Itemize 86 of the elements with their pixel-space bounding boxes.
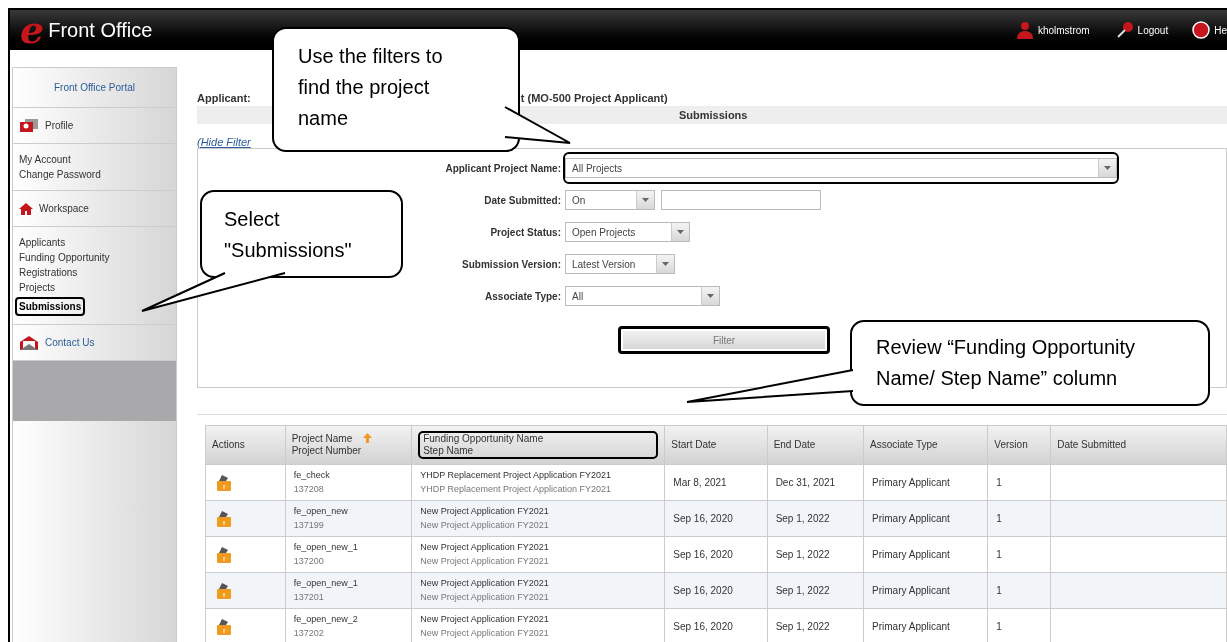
user-icon — [1015, 21, 1034, 39]
profile-cards-icon — [19, 117, 39, 134]
sidebar-link[interactable]: My Account — [19, 152, 71, 167]
step-name: New Project Application FY2021 — [420, 590, 550, 604]
filter-button[interactable]: Filter — [618, 326, 830, 354]
key-icon — [1115, 21, 1134, 39]
folder-icon[interactable] — [216, 617, 232, 636]
table-cell: Sep 16, 2020 — [673, 621, 733, 632]
folder-icon[interactable] — [216, 473, 232, 492]
funding-opportunity-name: New Project Application FY2021 — [420, 613, 550, 626]
project-number: 137202 — [293, 626, 325, 640]
username[interactable]: kholmstrom — [1037, 22, 1090, 38]
table-cell: Sep 1, 2022 — [775, 513, 830, 524]
table-cell: Primary Applicant — [872, 513, 950, 524]
filter-label: Date Submitted: — [483, 193, 561, 208]
sidebar-link[interactable]: Funding Opportunity Registrations — [19, 250, 159, 280]
folder-icon[interactable] — [216, 509, 232, 528]
logout-link[interactable]: Logout — [1137, 22, 1169, 38]
project-name: fe_open_new_2 — [293, 613, 359, 626]
project-name: fe_open_new_1 — [293, 577, 359, 590]
help-link[interactable]: He — [1214, 22, 1227, 38]
table-cell: Dec 31, 2021 — [775, 477, 836, 488]
envelope-icon — [19, 334, 39, 351]
app-title: Front Office — [48, 18, 153, 43]
table-cell: Sep 1, 2022 — [775, 585, 830, 596]
table-cell: Sep 1, 2022 — [775, 621, 830, 632]
folder-icon[interactable] — [216, 545, 232, 564]
dropdown[interactable]: Latest Version — [565, 254, 675, 274]
project-number: 137201 — [293, 590, 325, 604]
funding-opportunity-name: New Project Application FY2021 — [420, 541, 550, 554]
sidebar-section[interactable]: Profile — [45, 118, 74, 133]
section-title: Submissions — [679, 107, 748, 123]
page-title: t (MO-500 Project Applicant) — [520, 90, 668, 106]
dropdown[interactable]: All — [565, 286, 720, 306]
dropdown[interactable]: Open Projects — [565, 222, 690, 242]
table-cell: Primary Applicant — [872, 585, 950, 596]
page-title: Applicant: — [197, 90, 251, 106]
date-field[interactable] — [661, 190, 821, 210]
sort-arrow-icon — [363, 433, 373, 443]
project-number: 137208 — [293, 482, 325, 496]
filter-label: Applicant Project Name: — [444, 161, 561, 176]
step-name: New Project Application FY2021 — [420, 554, 550, 568]
project-name: fe_check — [293, 469, 331, 482]
sidebar-link[interactable]: Submissions — [15, 297, 86, 316]
callout: Use the filters to find the project name — [272, 27, 520, 152]
funding-opportunity-name: New Project Application FY2021 — [420, 505, 550, 518]
help-circle-icon — [1192, 21, 1211, 39]
callout: Review “Funding Opportunity Name/ Step Name” column — [850, 320, 1210, 406]
step-name: New Project Application FY2021 — [420, 626, 550, 640]
table-cell: Sep 16, 2020 — [673, 585, 733, 596]
dropdown[interactable]: All Projects — [565, 158, 1117, 178]
project-name: fe_open_new — [293, 505, 349, 518]
sidebar-section[interactable]: Workspace — [39, 201, 89, 216]
folder-icon[interactable] — [216, 581, 232, 600]
dropdown[interactable]: On — [565, 190, 655, 210]
hide-filter-link[interactable]: (Hide Filter — [197, 136, 251, 148]
table-cell: Primary Applicant — [872, 549, 950, 560]
step-name: YHDP Replacement Project Application FY2021 — [420, 482, 613, 496]
funding-opportunity-name: New Project Application FY2021 — [420, 577, 550, 590]
sidebar-link[interactable]: Projects — [19, 280, 56, 295]
sidebar-section[interactable]: Contact Us — [45, 335, 95, 350]
table-cell: Primary Applicant — [872, 621, 950, 632]
table-cell: 1 — [996, 477, 1002, 488]
project-number: 137200 — [293, 554, 325, 568]
table-cell: 1 — [996, 549, 1002, 560]
table-cell: Mar 8, 2021 — [673, 477, 727, 488]
table-cell: Primary Applicant — [872, 477, 950, 488]
house-icon — [19, 201, 33, 216]
logo-mark: e — [20, 11, 45, 49]
sidebar-link[interactable]: Change Password — [19, 167, 101, 182]
step-name: New Project Application FY2021 — [420, 518, 550, 532]
table-cell: 1 — [996, 585, 1002, 596]
table-cell: Sep 16, 2020 — [673, 549, 733, 560]
table-cell: Sep 16, 2020 — [673, 513, 733, 524]
filter-label: Submission Version: — [461, 257, 561, 272]
table-cell: Sep 1, 2022 — [775, 549, 830, 560]
portal-link[interactable]: Front Office Portal — [54, 80, 135, 95]
table-cell: 1 — [996, 513, 1002, 524]
column-header[interactable]: Funding Opportunity Name Step Name — [418, 431, 659, 459]
project-number: 137199 — [293, 518, 325, 532]
filter-label: Associate Type: — [484, 289, 561, 304]
filter-label: Project Status: — [489, 225, 561, 240]
project-name: fe_open_new_1 — [293, 541, 359, 554]
funding-opportunity-name: YHDP Replacement Project Application FY2021 — [420, 469, 613, 482]
table-cell: 1 — [996, 621, 1002, 632]
sidebar-link[interactable]: Applicants — [19, 235, 66, 250]
